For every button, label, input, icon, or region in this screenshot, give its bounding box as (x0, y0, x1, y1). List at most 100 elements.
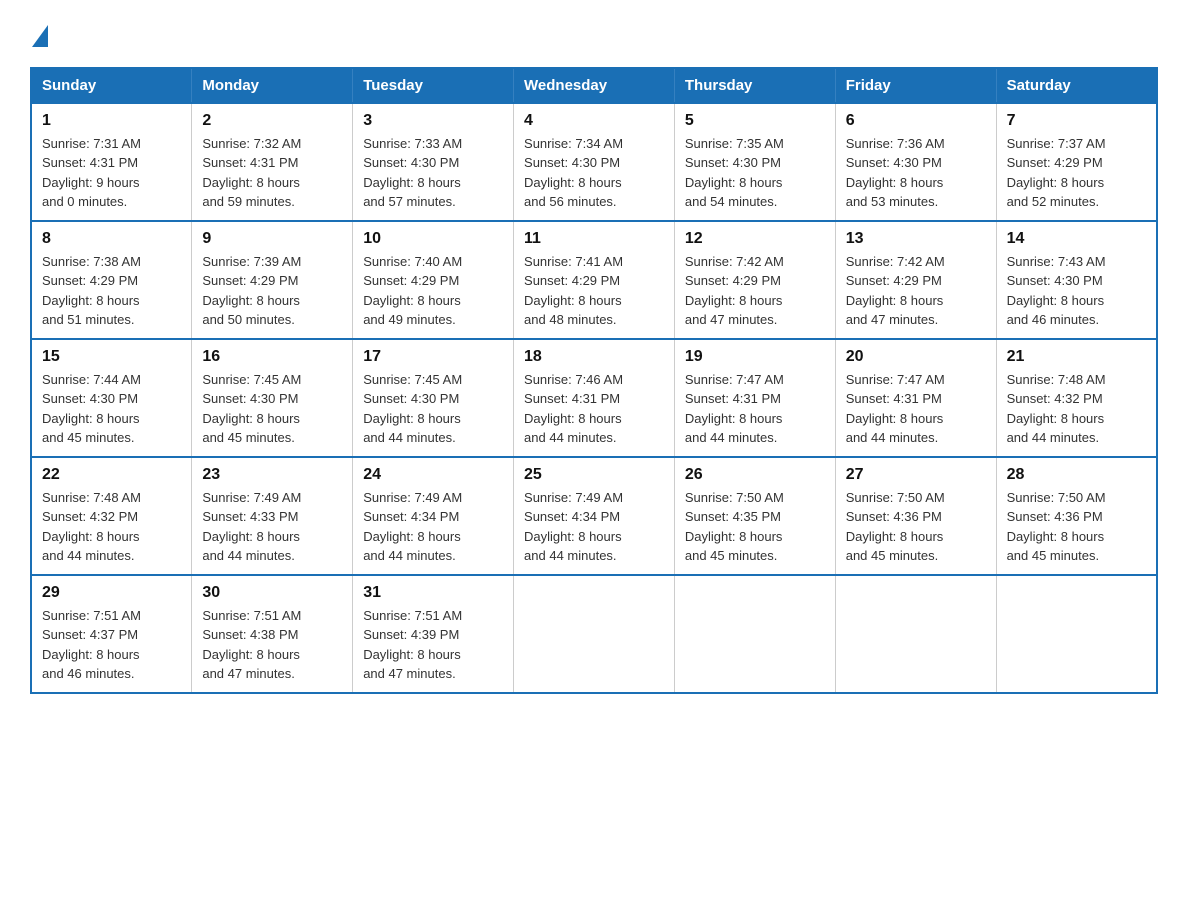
calendar-header-row: SundayMondayTuesdayWednesdayThursdayFrid… (31, 68, 1157, 103)
day-info: Sunrise: 7:51 AMSunset: 4:37 PMDaylight:… (42, 606, 181, 684)
day-info: Sunrise: 7:43 AMSunset: 4:30 PMDaylight:… (1007, 252, 1146, 330)
day-info: Sunrise: 7:39 AMSunset: 4:29 PMDaylight:… (202, 252, 342, 330)
day-number: 25 (524, 466, 664, 484)
day-info: Sunrise: 7:45 AMSunset: 4:30 PMDaylight:… (363, 370, 503, 448)
day-number: 21 (1007, 348, 1146, 366)
day-info: Sunrise: 7:40 AMSunset: 4:29 PMDaylight:… (363, 252, 503, 330)
day-number: 5 (685, 112, 825, 130)
calendar-day-cell: 15 Sunrise: 7:44 AMSunset: 4:30 PMDayligh… (31, 339, 192, 457)
day-info: Sunrise: 7:32 AMSunset: 4:31 PMDaylight:… (202, 134, 342, 212)
day-info: Sunrise: 7:33 AMSunset: 4:30 PMDaylight:… (363, 134, 503, 212)
day-of-week-header: Thursday (674, 68, 835, 103)
day-number: 31 (363, 584, 503, 602)
calendar-week-row: 22 Sunrise: 7:48 AMSunset: 4:32 PMDayligh… (31, 457, 1157, 575)
day-number: 17 (363, 348, 503, 366)
day-number: 2 (202, 112, 342, 130)
calendar-day-cell: 6 Sunrise: 7:36 AMSunset: 4:30 PMDaylight… (835, 103, 996, 221)
day-info: Sunrise: 7:47 AMSunset: 4:31 PMDaylight:… (846, 370, 986, 448)
calendar-day-cell: 7 Sunrise: 7:37 AMSunset: 4:29 PMDaylight… (996, 103, 1157, 221)
calendar-day-cell: 27 Sunrise: 7:50 AMSunset: 4:36 PMDayligh… (835, 457, 996, 575)
calendar-week-row: 8 Sunrise: 7:38 AMSunset: 4:29 PMDaylight… (31, 221, 1157, 339)
day-number: 4 (524, 112, 664, 130)
day-number: 19 (685, 348, 825, 366)
day-number: 1 (42, 112, 181, 130)
calendar-day-cell: 16 Sunrise: 7:45 AMSunset: 4:30 PMDayligh… (192, 339, 353, 457)
day-info: Sunrise: 7:50 AMSunset: 4:36 PMDaylight:… (846, 488, 986, 566)
day-number: 29 (42, 584, 181, 602)
day-of-week-header: Friday (835, 68, 996, 103)
calendar-day-cell: 20 Sunrise: 7:47 AMSunset: 4:31 PMDayligh… (835, 339, 996, 457)
day-number: 14 (1007, 230, 1146, 248)
calendar-day-cell: 4 Sunrise: 7:34 AMSunset: 4:30 PMDaylight… (514, 103, 675, 221)
calendar-day-cell: 1Sunrise: 7:31 AMSunset: 4:31 PMDaylight… (31, 103, 192, 221)
day-number: 15 (42, 348, 181, 366)
day-info: Sunrise: 7:51 AMSunset: 4:38 PMDaylight:… (202, 606, 342, 684)
page-header (30, 20, 1158, 47)
day-number: 6 (846, 112, 986, 130)
day-of-week-header: Sunday (31, 68, 192, 103)
calendar-day-cell (514, 575, 675, 693)
day-info: Sunrise: 7:36 AMSunset: 4:30 PMDaylight:… (846, 134, 986, 212)
calendar-day-cell: 12 Sunrise: 7:42 AMSunset: 4:29 PMDayligh… (674, 221, 835, 339)
calendar-week-row: 1Sunrise: 7:31 AMSunset: 4:31 PMDaylight… (31, 103, 1157, 221)
day-info: Sunrise: 7:45 AMSunset: 4:30 PMDaylight:… (202, 370, 342, 448)
calendar-day-cell: 29 Sunrise: 7:51 AMSunset: 4:37 PMDayligh… (31, 575, 192, 693)
day-number: 8 (42, 230, 181, 248)
day-number: 23 (202, 466, 342, 484)
day-number: 7 (1007, 112, 1146, 130)
day-number: 26 (685, 466, 825, 484)
day-number: 16 (202, 348, 342, 366)
day-info: Sunrise: 7:50 AMSunset: 4:36 PMDaylight:… (1007, 488, 1146, 566)
day-number: 11 (524, 230, 664, 248)
calendar-day-cell (674, 575, 835, 693)
day-info: Sunrise: 7:47 AMSunset: 4:31 PMDaylight:… (685, 370, 825, 448)
day-number: 12 (685, 230, 825, 248)
calendar-table: SundayMondayTuesdayWednesdayThursdayFrid… (30, 67, 1158, 694)
calendar-day-cell: 23 Sunrise: 7:49 AMSunset: 4:33 PMDayligh… (192, 457, 353, 575)
day-of-week-header: Tuesday (353, 68, 514, 103)
calendar-week-row: 29 Sunrise: 7:51 AMSunset: 4:37 PMDayligh… (31, 575, 1157, 693)
day-number: 3 (363, 112, 503, 130)
day-info: Sunrise: 7:34 AMSunset: 4:30 PMDaylight:… (524, 134, 664, 212)
calendar-day-cell: 31 Sunrise: 7:51 AMSunset: 4:39 PMDayligh… (353, 575, 514, 693)
day-info: Sunrise: 7:48 AMSunset: 4:32 PMDaylight:… (42, 488, 181, 566)
calendar-day-cell: 5 Sunrise: 7:35 AMSunset: 4:30 PMDaylight… (674, 103, 835, 221)
day-info: Sunrise: 7:49 AMSunset: 4:34 PMDaylight:… (363, 488, 503, 566)
calendar-day-cell: 21Sunrise: 7:48 AMSunset: 4:32 PMDayligh… (996, 339, 1157, 457)
calendar-day-cell (996, 575, 1157, 693)
day-info: Sunrise: 7:42 AMSunset: 4:29 PMDaylight:… (685, 252, 825, 330)
day-number: 27 (846, 466, 986, 484)
calendar-day-cell: 14 Sunrise: 7:43 AMSunset: 4:30 PMDayligh… (996, 221, 1157, 339)
day-number: 22 (42, 466, 181, 484)
calendar-day-cell: 11 Sunrise: 7:41 AMSunset: 4:29 PMDayligh… (514, 221, 675, 339)
calendar-day-cell: 28Sunrise: 7:50 AMSunset: 4:36 PMDayligh… (996, 457, 1157, 575)
calendar-week-row: 15 Sunrise: 7:44 AMSunset: 4:30 PMDayligh… (31, 339, 1157, 457)
day-number: 20 (846, 348, 986, 366)
calendar-day-cell: 10Sunrise: 7:40 AMSunset: 4:29 PMDayligh… (353, 221, 514, 339)
day-info: Sunrise: 7:44 AMSunset: 4:30 PMDaylight:… (42, 370, 181, 448)
day-of-week-header: Saturday (996, 68, 1157, 103)
day-number: 9 (202, 230, 342, 248)
day-info: Sunrise: 7:35 AMSunset: 4:30 PMDaylight:… (685, 134, 825, 212)
calendar-day-cell: 18 Sunrise: 7:46 AMSunset: 4:31 PMDayligh… (514, 339, 675, 457)
day-info: Sunrise: 7:38 AMSunset: 4:29 PMDaylight:… (42, 252, 181, 330)
day-number: 13 (846, 230, 986, 248)
calendar-day-cell: 3 Sunrise: 7:33 AMSunset: 4:30 PMDaylight… (353, 103, 514, 221)
day-info: Sunrise: 7:49 AMSunset: 4:33 PMDaylight:… (202, 488, 342, 566)
day-info: Sunrise: 7:42 AMSunset: 4:29 PMDaylight:… (846, 252, 986, 330)
calendar-day-cell: 2 Sunrise: 7:32 AMSunset: 4:31 PMDaylight… (192, 103, 353, 221)
day-info: Sunrise: 7:46 AMSunset: 4:31 PMDaylight:… (524, 370, 664, 448)
day-number: 18 (524, 348, 664, 366)
calendar-day-cell: 17 Sunrise: 7:45 AMSunset: 4:30 PMDayligh… (353, 339, 514, 457)
day-of-week-header: Wednesday (514, 68, 675, 103)
day-info: Sunrise: 7:37 AMSunset: 4:29 PMDaylight:… (1007, 134, 1146, 212)
logo (30, 20, 54, 47)
calendar-day-cell: 24Sunrise: 7:49 AMSunset: 4:34 PMDayligh… (353, 457, 514, 575)
logo-triangle-icon (32, 25, 54, 47)
calendar-day-cell: 30Sunrise: 7:51 AMSunset: 4:38 PMDayligh… (192, 575, 353, 693)
day-info: Sunrise: 7:51 AMSunset: 4:39 PMDaylight:… (363, 606, 503, 684)
day-info: Sunrise: 7:49 AMSunset: 4:34 PMDaylight:… (524, 488, 664, 566)
day-info: Sunrise: 7:41 AMSunset: 4:29 PMDaylight:… (524, 252, 664, 330)
calendar-day-cell: 22 Sunrise: 7:48 AMSunset: 4:32 PMDayligh… (31, 457, 192, 575)
calendar-day-cell: 8 Sunrise: 7:38 AMSunset: 4:29 PMDaylight… (31, 221, 192, 339)
